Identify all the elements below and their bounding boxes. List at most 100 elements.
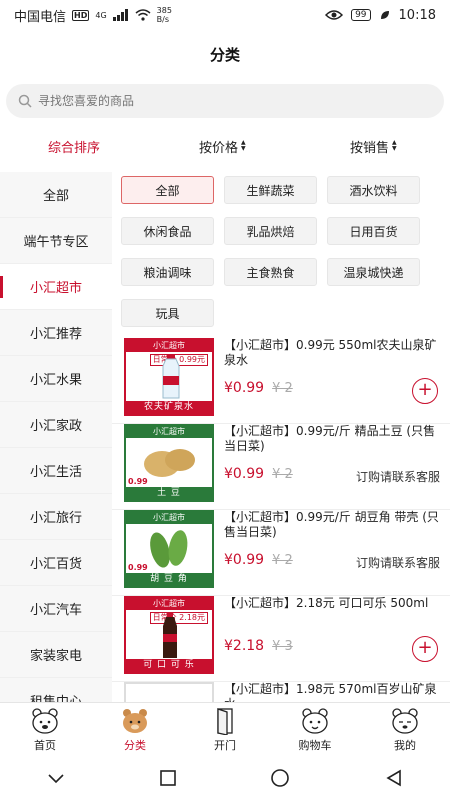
sidebar-item-home-appliance[interactable]: 家装家电: [0, 632, 112, 678]
product-item[interactable]: 小汇超市 日常价 2.18元 可 口 可 乐 【小汇超市】2.18元 可口可乐 …: [112, 596, 450, 682]
sort-default-label: 综合排序: [48, 140, 101, 156]
tab-cart-label: 购物车: [298, 738, 332, 752]
sidebar-item-department[interactable]: 小汇百货: [0, 540, 112, 586]
original-price: ¥ 2: [272, 381, 293, 396]
leaf-icon: [380, 11, 389, 19]
subcat-fresh-veg[interactable]: 生鲜蔬菜: [224, 176, 317, 204]
broad-bean-icon: [150, 530, 188, 568]
sidebar-item-fruit[interactable]: 小汇水果: [0, 356, 112, 402]
product-thumb: 小汇超市 日常价 0.99元 农夫矿泉水: [124, 338, 214, 416]
product-item[interactable]: 小汇超市 日常价 0.99元 农夫矿泉水 【小汇超市】0.99元 550ml农夫…: [112, 338, 450, 424]
sidebar-item-auto[interactable]: 小汇汽车: [0, 586, 112, 632]
carrier-label: 中国电信: [14, 9, 67, 25]
sidebar-item-all[interactable]: 全部: [0, 172, 112, 218]
category-content: 全部 生鲜蔬菜 酒水饮料 休闲食品 乳品烘焙 日用百货 粮油调味 主食熟食 温泉…: [112, 172, 450, 702]
product-thumb: 小汇超市 0.99 土 豆: [124, 424, 214, 502]
tab-home[interactable]: 首页: [0, 703, 90, 756]
subcat-drinks[interactable]: 酒水饮料: [327, 176, 420, 204]
product-title: 【小汇超市】2.18元 可口可乐 500ml: [224, 596, 429, 610]
sidebar-item-life[interactable]: 小汇生活: [0, 448, 112, 494]
subcat-daily-goods[interactable]: 日用百货: [327, 217, 420, 245]
tab-mine-label: 我的: [394, 738, 416, 752]
water-bottle-icon: [162, 354, 180, 399]
page-title: 分类: [209, 46, 240, 64]
sort-by-sales[interactable]: 按销售 ▲ ▼: [350, 137, 397, 156]
tab-mine[interactable]: 我的: [360, 703, 450, 756]
sidebar-item-rental[interactable]: 租售中心: [0, 678, 112, 702]
back-triangle-icon[interactable]: [385, 769, 403, 787]
product-thumb: 小汇超市 0.99 胡 豆 角: [124, 510, 214, 588]
sort-bar: 综合排序 按价格 ▲ ▼ 按销售 ▲ ▼: [0, 124, 450, 168]
recents-icon[interactable]: [159, 770, 176, 786]
sidebar-item-housekeeping[interactable]: 小汇家政: [0, 402, 112, 448]
speed-value: 385: [156, 6, 172, 15]
product-price: ¥2.18 ¥ 3: [224, 638, 293, 654]
thumb-product-name: 土 豆: [126, 487, 212, 500]
subcat-grain-oil[interactable]: 粮油调味: [121, 258, 214, 286]
chevron-down-icon[interactable]: [47, 772, 65, 784]
sidebar-item-dragon-boat[interactable]: 端午节专区: [0, 218, 112, 264]
sort-by-price[interactable]: 按价格 ▲ ▼: [199, 137, 246, 156]
add-to-cart-button[interactable]: +: [412, 636, 438, 662]
thumb-store-label: 小汇超市: [126, 512, 212, 524]
status-bar: 中国电信 HD 4G 385 B/s 99 10:18: [0, 0, 450, 30]
speed-unit: B/s: [156, 15, 170, 24]
sidebar-item-recommend[interactable]: 小汇推荐: [0, 310, 112, 356]
product-item[interactable]: 小汇超市 0.99 土 豆 【小汇超市】0.99元/斤 精品土豆 (只售当日菜)…: [112, 424, 450, 510]
tab-category[interactable]: 分类: [90, 703, 180, 756]
subcat-snacks[interactable]: 休闲食品: [121, 217, 214, 245]
hd-icon: HD: [72, 9, 90, 21]
subcat-staple[interactable]: 主食熟食: [224, 258, 317, 286]
product-title: 【小汇超市】0.99元/斤 胡豆角 带壳 (只售当日菜): [224, 510, 439, 539]
bear-face-icon: [392, 707, 418, 734]
thumb-mini-price: 0.99: [128, 563, 148, 572]
subcat-toys[interactable]: 玩具: [121, 299, 214, 327]
signal-icon: [112, 9, 128, 21]
current-price: ¥0.99: [224, 552, 265, 568]
search-input[interactable]: [38, 94, 418, 108]
subcat-all[interactable]: 全部: [121, 176, 214, 204]
search-icon: [18, 94, 32, 108]
current-price: ¥2.18: [224, 638, 265, 654]
add-to-cart-button[interactable]: +: [412, 378, 438, 404]
bear-face-icon: [123, 708, 147, 733]
tab-category-label: 分类: [124, 738, 146, 752]
thumb-product-name: 农夫矿泉水: [126, 401, 212, 414]
thumb-store-label: 小汇超市: [126, 598, 212, 610]
subcategory-grid: 全部 生鲜蔬菜 酒水饮料 休闲食品 乳品烘焙 日用百货 粮油调味 主食熟食 温泉…: [112, 172, 450, 340]
product-price: ¥0.99 ¥ 2: [224, 552, 293, 568]
product-item[interactable]: 【小汇超市】1.98元 570ml百岁山矿泉水: [112, 682, 450, 702]
original-price: ¥ 2: [272, 553, 293, 568]
subcat-express[interactable]: 温泉城快递: [327, 258, 420, 286]
tab-door[interactable]: 开门: [180, 703, 270, 756]
original-price: ¥ 2: [272, 467, 293, 482]
current-price: ¥0.99: [224, 466, 265, 482]
sort-sales-label: 按销售: [350, 140, 390, 156]
cola-bottle-icon: [163, 612, 177, 658]
product-price: ¥0.99 ¥ 2: [224, 380, 293, 396]
current-price: ¥0.99: [224, 380, 265, 396]
network-label: 4G: [95, 10, 107, 20]
potato-icon: [144, 449, 195, 477]
thumb-store-label: 小汇超市: [126, 340, 212, 352]
system-nav-bar: [0, 756, 450, 800]
sort-default[interactable]: 综合排序: [48, 137, 100, 156]
product-title: 【小汇超市】0.99元 550ml农夫山泉矿泉水: [224, 338, 437, 367]
search-bar[interactable]: [6, 84, 444, 118]
product-title: 【小汇超市】0.99元/斤 精品土豆 (只售当日菜): [224, 424, 436, 453]
tab-cart[interactable]: 购物车: [270, 703, 360, 756]
product-thumb: [124, 682, 214, 702]
sort-price-label: 按价格: [199, 140, 239, 156]
contact-service-note: 订购请联系客服: [355, 556, 440, 570]
sidebar-item-supermarket[interactable]: 小汇超市: [0, 264, 112, 310]
subcat-dairy[interactable]: 乳品烘焙: [224, 217, 317, 245]
thumb-product-name: 胡 豆 角: [126, 573, 212, 586]
home-circle-icon[interactable]: [270, 768, 290, 788]
contact-service-note: 订购请联系客服: [355, 470, 440, 484]
eye-icon: [325, 10, 344, 20]
bear-face-icon: [302, 707, 328, 734]
product-item[interactable]: 小汇超市 0.99 胡 豆 角 【小汇超市】0.99元/斤 胡豆角 带壳 (只售…: [112, 510, 450, 596]
sort-arrows-icon: ▲ ▼: [392, 139, 397, 152]
category-sidebar: 全部 端午节专区 小汇超市 小汇推荐 小汇水果 小汇家政 小汇生活 小汇旅行 小…: [0, 172, 112, 702]
sidebar-item-travel[interactable]: 小汇旅行: [0, 494, 112, 540]
